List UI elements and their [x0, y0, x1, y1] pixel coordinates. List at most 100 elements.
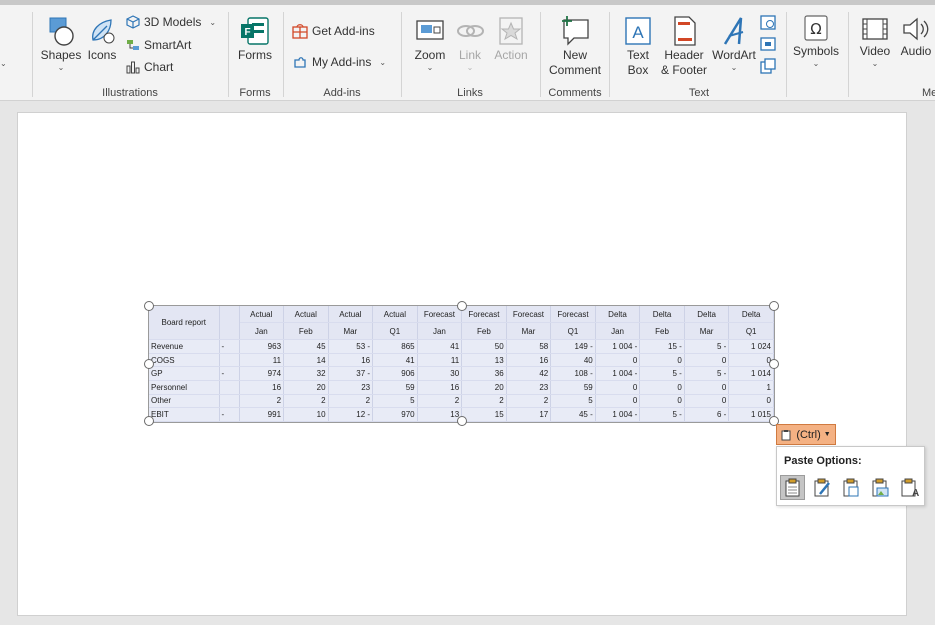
table-cell: 0 [639, 353, 685, 368]
forms-button[interactable]: F Forms [235, 14, 275, 63]
table-row: COGS 11 14 16 41 11 13 16 40 0 0 0 0 [149, 353, 774, 368]
row-label: Other [149, 394, 220, 409]
table-cell: 23 [328, 380, 374, 395]
table-cell: 14 [283, 353, 329, 368]
row-sign [219, 394, 240, 409]
link-button[interactable]: Link ⌄ [454, 14, 486, 72]
resize-handle-top-left[interactable] [144, 301, 154, 311]
omega-icon: Ω [804, 15, 828, 41]
table-cell: 32 [283, 366, 329, 381]
table-row: Personnel 16 20 23 59 16 20 23 59 0 0 0 1 [149, 380, 774, 395]
table-cell: 865 [372, 339, 418, 354]
table-cell: 16 [239, 380, 285, 395]
group-label-comments: Comments [548, 87, 602, 99]
shapes-button[interactable]: Shapes ⌄ [40, 14, 82, 72]
chart-button[interactable]: Chart [126, 58, 173, 76]
video-button[interactable]: Video ⌄ [855, 14, 895, 68]
resize-handle-bottom-left[interactable] [144, 416, 154, 426]
smartart-button[interactable]: SmartArt [126, 36, 191, 54]
resize-handle-bottom[interactable] [457, 416, 467, 426]
table-cell: 1 004 - [595, 407, 641, 422]
embed-icon[interactable] [838, 475, 863, 500]
link-icon [457, 25, 484, 37]
table-cell: 0 [639, 380, 685, 395]
column-subheader: Feb [461, 322, 507, 341]
table-cell: 149 - [550, 339, 596, 354]
column-subheader: Jan [239, 322, 285, 341]
bar-chart-icon [126, 61, 140, 74]
svg-text:Ω: Ω [810, 20, 821, 38]
symbols-button[interactable]: Ω Symbols ⌄ [793, 14, 839, 68]
table-cell: 36 [461, 366, 507, 381]
group-separator [848, 12, 849, 97]
icons-button[interactable]: Icons [86, 14, 118, 63]
table-cell: 12 - [328, 407, 374, 422]
object-icon [760, 58, 776, 74]
keep-source-formatting-icon[interactable] [809, 475, 834, 500]
row-sign [219, 380, 240, 395]
table-cell: 17 [506, 407, 552, 422]
table-row: Other 2 2 2 5 2 2 2 5 0 0 0 0 [149, 394, 774, 409]
action-button[interactable]: Action [491, 14, 531, 63]
ribbon: ⌄ Shapes ⌄ Icons 3D Models ⌄ SmartArt Ch… [0, 0, 935, 101]
column-header: Actual [328, 306, 374, 323]
table-cell: 50 [461, 339, 507, 354]
column-header: Actual [283, 306, 329, 323]
group-separator [283, 12, 284, 97]
table-cell: 1 014 [728, 366, 774, 381]
table-cell: 1 015 [728, 407, 774, 422]
header-footer-button[interactable]: Header & Footer [660, 14, 708, 78]
my-addins-button[interactable]: My Add-ins ⌄ [292, 53, 386, 71]
table-cell: 30 [417, 366, 463, 381]
shapes-icon [49, 17, 74, 46]
audio-button[interactable]: Audio [897, 14, 935, 59]
date-time-button[interactable] [760, 13, 776, 31]
paste-as-picture-icon[interactable] [867, 475, 892, 500]
table-cell: 963 [239, 339, 285, 354]
slide-number-button[interactable] [760, 35, 776, 53]
paste-options-ctrl-button[interactable]: (Ctrl) ▼ [776, 424, 836, 445]
zoom-button[interactable]: Zoom ⌄ [410, 14, 450, 72]
column-header: Delta [595, 306, 641, 323]
table-cell: 45 [283, 339, 329, 354]
text-box-button[interactable]: A Text Box [619, 14, 657, 78]
table-cell: 13 [417, 407, 463, 422]
object-button[interactable] [760, 57, 776, 75]
resize-handle-left[interactable] [144, 359, 154, 369]
use-destination-styles-icon[interactable] [780, 475, 805, 500]
table-cell: 16 [417, 380, 463, 395]
table-row: GP -974 32 37 -906 30 36 42 108 -1 004 -5 -5 -1… [149, 366, 774, 381]
table-title-cell: Board report [149, 306, 220, 341]
resize-handle-top[interactable] [457, 301, 467, 311]
table-cell: 1 024 [728, 339, 774, 354]
group-label-media: Medi [922, 87, 935, 99]
get-addins-button[interactable]: Get Add-ins [292, 22, 375, 40]
table-cell: 1 004 - [595, 366, 641, 381]
truncated-dropdown[interactable]: ⌄ [0, 54, 7, 72]
keep-text-only-icon[interactable]: A [896, 475, 921, 500]
chevron-down-icon: ▼ [823, 431, 831, 438]
row-label: GP [149, 366, 220, 381]
pasted-table[interactable]: Board report Actual Actual Actual Actual Fore… [148, 305, 775, 423]
column-header: Forecast [550, 306, 596, 323]
puzzle-icon [294, 57, 306, 68]
smartart-icon [127, 40, 139, 50]
3d-models-button[interactable]: 3D Models ⌄ [126, 13, 216, 31]
column-header: Delta [728, 306, 774, 323]
table-cell: 2 [239, 394, 285, 409]
new-comment-button[interactable]: New Comment [547, 14, 603, 78]
group-label-links: Links [457, 87, 483, 99]
table-cell: 23 [506, 380, 552, 395]
resize-handle-right[interactable] [769, 359, 779, 369]
clipboard-icon [781, 429, 791, 440]
table-cell: 108 - [550, 366, 596, 381]
resize-handle-top-right[interactable] [769, 301, 779, 311]
table-cell: 0 [595, 380, 641, 395]
table-cell: 20 [283, 380, 329, 395]
forms-icon: F [241, 17, 269, 45]
table-cell: 10 [283, 407, 329, 422]
table-cell: 40 [550, 353, 596, 368]
table-cell: 0 [595, 353, 641, 368]
comment-icon [562, 16, 589, 46]
wordart-button[interactable]: WordArt ⌄ [711, 14, 757, 72]
